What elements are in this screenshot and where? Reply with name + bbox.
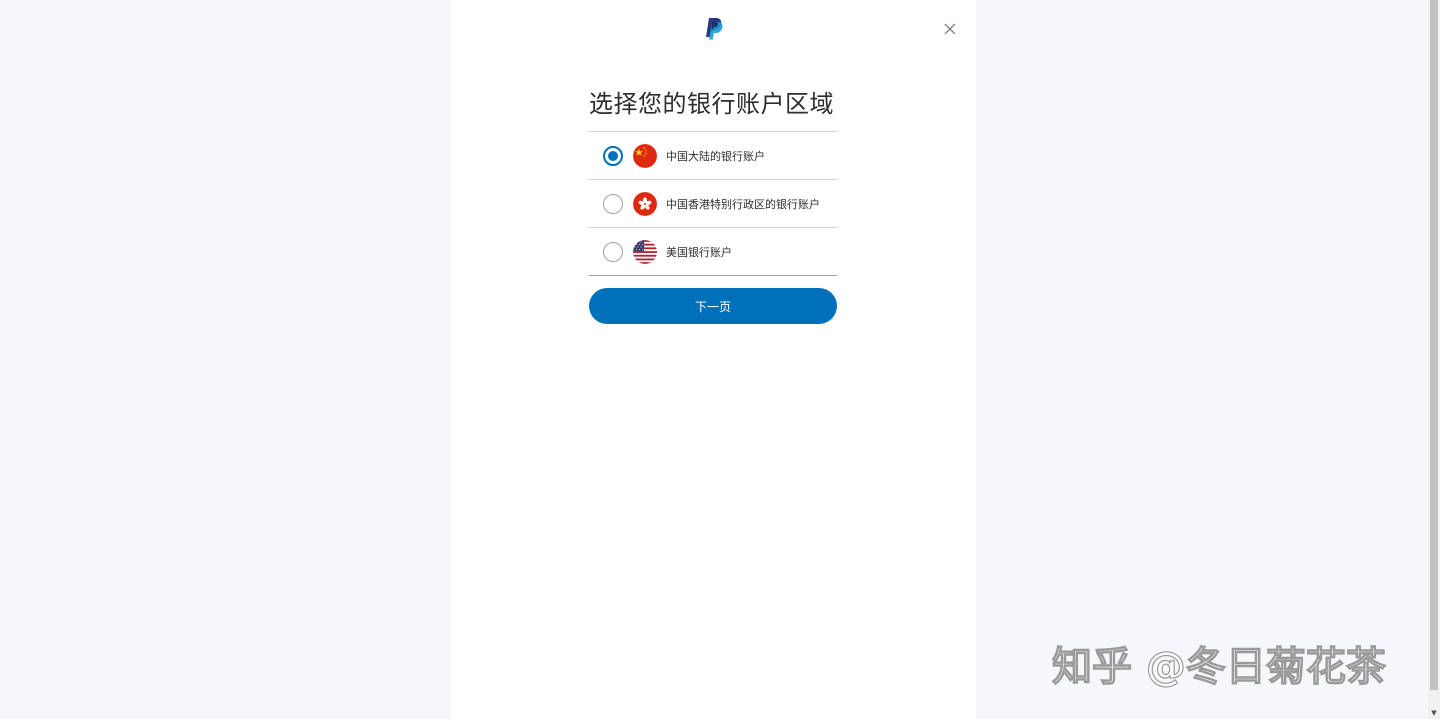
option-label: 中国香港特别行政区的银行账户 — [666, 197, 820, 211]
watermark: 知乎 @冬日菊花茶 — [1051, 643, 1386, 690]
option-united-states[interactable]: 美国银行账户 — [589, 228, 837, 276]
paypal-logo — [706, 18, 723, 40]
option-label: 中国大陆的银行账户 — [666, 149, 765, 163]
us-flag-icon — [633, 239, 657, 264]
scrollbar-thumb[interactable] — [1430, 0, 1438, 690]
radio-button-selected[interactable] — [603, 145, 623, 166]
option-hong-kong[interactable]: 中国香港特别行政区的银行账户 — [589, 180, 837, 228]
china-flag-icon — [633, 143, 657, 168]
dialog-panel: 选择您的银行账户区域 中国大陆的银行账户 中国香港特别行政区的银行账户 美国银行… — [451, 0, 976, 719]
scrollbar[interactable]: ▼ — [1428, 0, 1440, 719]
option-label: 美国银行账户 — [666, 245, 732, 259]
page-title: 选择您的银行账户区域 — [589, 90, 834, 118]
radio-button[interactable] — [603, 241, 623, 262]
close-button[interactable] — [941, 20, 959, 38]
next-button[interactable]: 下一页 — [589, 288, 837, 324]
region-options: 中国大陆的银行账户 中国香港特别行政区的银行账户 美国银行账户 — [589, 131, 837, 276]
scroll-down-arrow-icon[interactable]: ▼ — [1430, 709, 1438, 717]
option-china-mainland[interactable]: 中国大陆的银行账户 — [589, 132, 837, 180]
hong-kong-flag-icon — [633, 191, 657, 216]
close-icon — [944, 23, 956, 35]
radio-button[interactable] — [603, 193, 623, 214]
